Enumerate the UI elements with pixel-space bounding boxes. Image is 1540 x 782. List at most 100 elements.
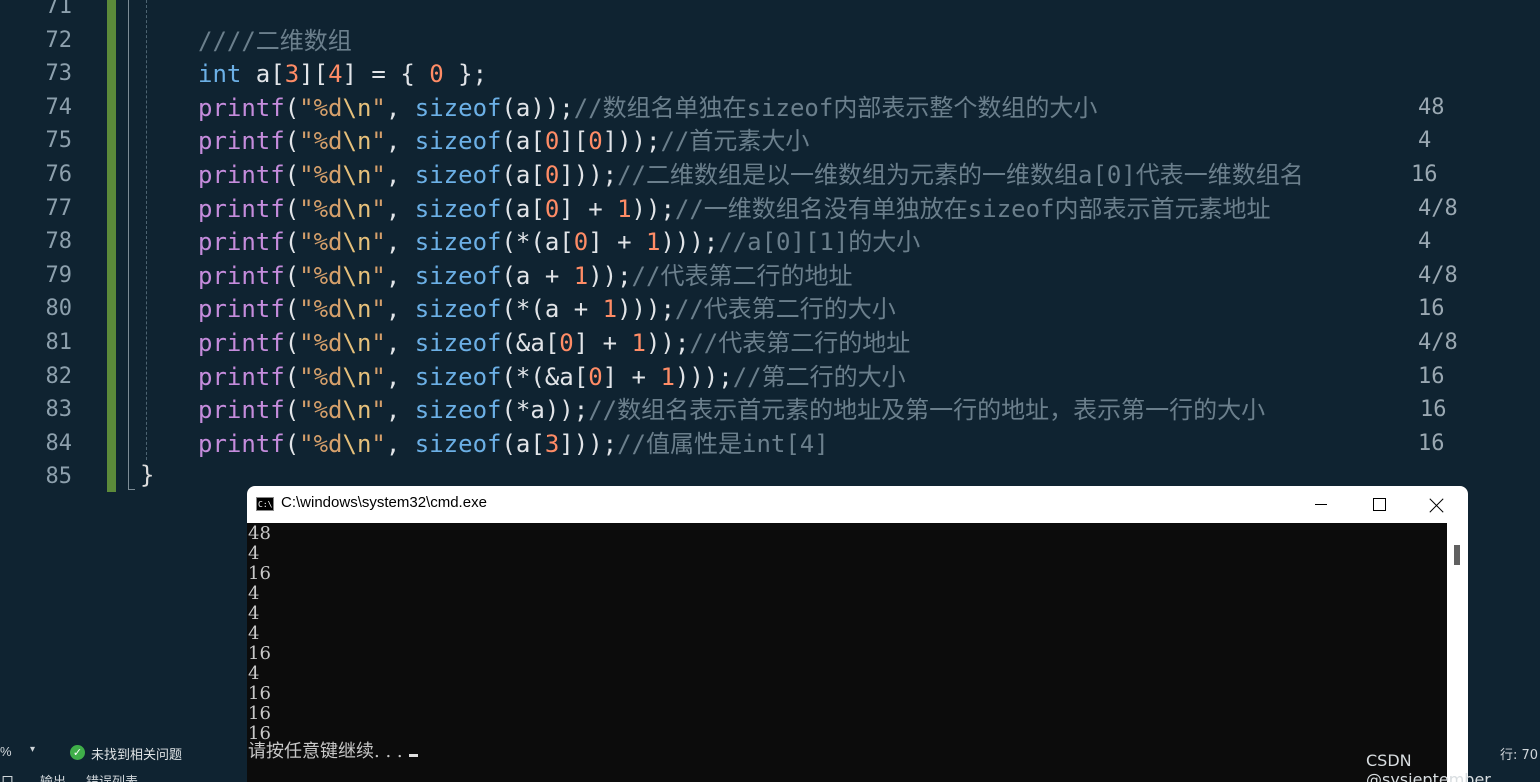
code-token: " [371,93,386,122]
result-value: 4 [1418,229,1432,255]
code-token: sizeof [414,194,502,223]
code-token: ( [284,261,300,290]
code-line[interactable]: printf("%d\n", sizeof(*(a[0] + 1)));//a[… [198,225,920,259]
code-token: //代表第二行的地址 [689,329,911,357]
code-token: , [385,194,415,223]
line-number: 71 [45,0,73,19]
issues-status[interactable]: 未找到相关问题 [91,744,182,763]
close-button[interactable] [1408,486,1466,523]
line-number: 79 [45,262,73,288]
code-token: " [371,261,386,290]
code-line[interactable]: printf("%d\n", sizeof(*(&a[0] + 1)));//第… [198,360,906,394]
code-token: printf [198,194,285,223]
code-line[interactable]: int a[3][4] = { 0 }; [198,57,487,91]
result-value: 16 [1418,430,1445,456]
code-token: printf [198,127,285,156]
code-line[interactable]: printf("%d\n", sizeof(a[3]));//值属性是int[4… [198,427,829,461]
code-token: //首元素大小 [660,127,810,156]
tab-window[interactable]: 窗口 [0,771,14,782]
console-line: 16 [248,643,271,664]
code-token: )); [631,194,675,223]
code-line[interactable]: printf("%d\n", sizeof(&a[0] + 1));//代表第二… [198,326,910,360]
code-token: "%d [299,161,343,189]
code-token: a[ [241,60,285,89]
line-number: 72 [45,27,73,53]
code-token: printf [198,295,285,324]
code-token: , [385,127,415,156]
code-line[interactable]: printf("%d\n", sizeof(a + 1));//代表第二行的地址 [198,259,852,293]
code-token: \n [342,93,372,122]
zoom-dropdown-icon[interactable]: ▾ [30,744,35,755]
cmd-app-icon[interactable]: C:\ [256,497,274,511]
code-token: "%d [299,295,343,324]
console-line: 4 [248,583,260,604]
code-token: " [371,429,386,458]
code-token: sizeof [414,161,502,189]
code-token: ))); [660,228,719,257]
code-token: "%d [299,362,343,391]
code-token: sizeof [414,362,502,391]
code-token: //二维数组是以一维数组为元素的一维数组a[0]代表一维数组名 [617,161,1304,189]
code-token: , [385,362,415,391]
result-value: 48 [1418,94,1445,120]
code-line[interactable]: printf("%d\n", sizeof(a[0][0]));//首元素大小 [198,124,809,158]
code-token: 4 [328,60,343,89]
code-token: ] + [588,228,646,257]
code-token: \n [342,127,372,156]
code-line[interactable]: printf("%d\n", sizeof(a));//数组名单独在sizeof… [198,91,1097,125]
fold-guide-end [128,489,135,490]
code-line[interactable]: ////二维数组 [198,24,352,58]
cmd-window[interactable]: C:\ C:\windows\system32\cmd.exe 48 4 16 4 4 4… [247,486,1468,782]
cmd-title-bar[interactable]: C:\ C:\windows\system32\cmd.exe [247,486,1468,523]
continue-prompt: 请按任意键继续. . . [248,740,418,764]
zoom-level[interactable]: % [0,744,12,759]
maximize-button[interactable] [1350,486,1408,523]
code-token: , [385,261,415,290]
result-value: 4/8 [1418,330,1458,355]
code-token: printf [198,362,285,391]
code-line[interactable]: printf("%d\n", sizeof(a[0]));//二维数组是以一维数… [198,158,1304,192]
console-line: 16 [248,683,271,704]
tab-output[interactable]: 输出 [40,771,66,782]
code-token: (*a)); [501,396,589,425]
code-token: 1 [617,194,632,223]
code-token: " [371,396,386,425]
line-number: 81 [45,330,73,355]
code-token: //代表第二行的地址 [631,261,853,290]
code-token: " [371,362,386,391]
code-line[interactable]: printf("%d\n", sizeof(*(a + 1)));//代表第二行… [198,292,896,326]
scrollbar-thumb[interactable] [1454,545,1460,565]
console-line: 16 [248,703,271,724]
line-number: 82 [45,363,73,389]
code-token: , [385,429,415,458]
result-value: 16 [1418,296,1445,322]
tab-error-list[interactable]: 错误列表 [86,771,138,782]
result-value: 4/8 [1418,262,1458,288]
code-token: "%d [299,228,343,257]
code-token: "%d [299,261,343,290]
code-token: 1 [631,329,646,357]
code-token: sizeof [414,127,502,156]
code-token: , [385,93,415,122]
cmd-scrollbar[interactable] [1447,523,1468,782]
code-token: ( [284,93,300,122]
code-line[interactable]: printf("%d\n", sizeof(*a));//数组名表示首元素的地址… [198,393,1265,427]
code-token: \n [342,161,372,189]
console-output[interactable]: 48 4 16 4 4 4 16 4 16 16 16 请按任意键继续. . . [247,523,1447,782]
code-line[interactable]: printf("%d\n", sizeof(a[0] + 1));//一维数组名… [198,192,1271,226]
csdn-watermark: CSDN @sysjeptember [1366,751,1491,782]
code-token: ])); [559,429,618,458]
line-number: 78 [45,229,73,255]
indent-guide [146,0,147,460]
code-token: (&a[ [501,329,560,357]
code-token: int [198,60,242,89]
code-token: , [385,228,415,257]
code-token: ( [284,429,300,458]
result-value: 16 [1418,363,1445,389]
code-token: (a[ [501,429,545,458]
code-token: "%d [299,329,343,357]
console-line: 16 [248,563,271,584]
code-token: \n [342,295,372,324]
minimize-button[interactable] [1292,486,1350,523]
continue-prompt-text: 请按任意键继续. . . [248,741,403,762]
